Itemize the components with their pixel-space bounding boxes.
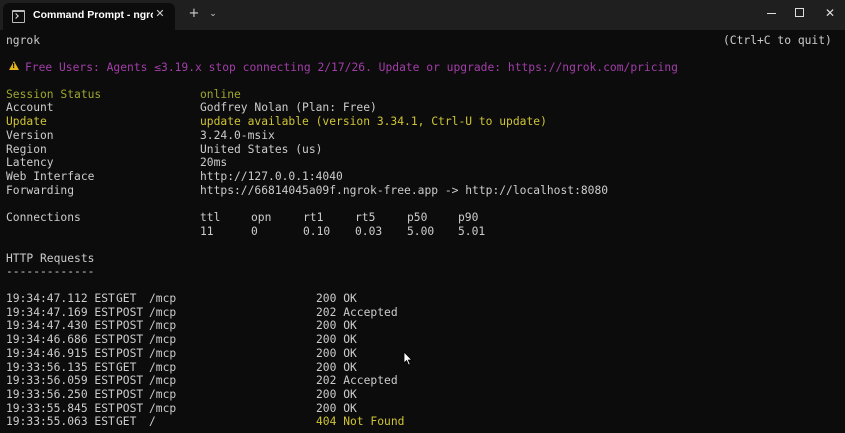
terminal-output[interactable]: ngrok (Ctrl+C to quit) Free Users: Agent… bbox=[0, 30, 845, 433]
request-path: /mcp bbox=[149, 333, 177, 347]
conn-value-p50: 5.00 bbox=[407, 225, 435, 238]
minimize-button[interactable] bbox=[757, 0, 787, 26]
version-value: 3.24.0-msix bbox=[200, 129, 275, 142]
request-method: POST bbox=[116, 401, 144, 415]
session-status-label: Session Status bbox=[6, 88, 102, 101]
conn-value-ttl: 11 bbox=[200, 225, 214, 238]
request-time: 19:34:47.112 EST bbox=[6, 292, 115, 305]
conn-header-ttl: ttl bbox=[200, 211, 221, 224]
version-label: Version bbox=[6, 129, 54, 142]
request-time: 19:34:47.430 EST bbox=[6, 319, 115, 333]
title-bar: Command Prompt - ngrok ht ✕ + ⌄ ✕ bbox=[0, 0, 845, 30]
request-method: POST bbox=[116, 374, 144, 388]
account-value: Godfrey Nolan (Plan: Free) bbox=[200, 101, 377, 114]
request-path: /mcp bbox=[149, 360, 177, 374]
quit-hint: (Ctrl+C to quit) bbox=[723, 34, 832, 47]
tab-close-icon[interactable]: ✕ bbox=[153, 7, 167, 21]
request-time: 19:34:46.915 EST bbox=[6, 346, 115, 360]
ngrok-title: ngrok bbox=[6, 34, 41, 47]
conn-header-rt1: rt1 bbox=[303, 211, 324, 224]
warning-icon bbox=[9, 61, 19, 70]
request-method: GET bbox=[116, 360, 144, 374]
request-path: /mcp bbox=[149, 387, 177, 401]
request-time: 19:33:56.059 EST bbox=[6, 374, 115, 388]
update-label: Update bbox=[6, 115, 47, 128]
request-time: 19:33:56.250 EST bbox=[6, 387, 115, 401]
request-status: 200 OK bbox=[316, 333, 357, 347]
close-window-button[interactable]: ✕ bbox=[815, 0, 845, 26]
request-time: 19:33:56.135 EST bbox=[6, 360, 115, 374]
request-method: POST bbox=[116, 346, 144, 360]
terminal-app-icon bbox=[12, 10, 25, 23]
request-method: GET bbox=[116, 292, 144, 305]
request-method: GET bbox=[116, 415, 144, 429]
forwarding-value[interactable]: https://66814045a09f.ngrok-free.app -> h… bbox=[200, 184, 608, 197]
request-time: 19:33:55.845 EST bbox=[6, 401, 115, 415]
request-method: POST bbox=[116, 387, 144, 401]
latency-label: Latency bbox=[6, 156, 54, 169]
request-path: /mcp bbox=[149, 319, 177, 333]
tab-dropdown-chevron-icon[interactable]: ⌄ bbox=[207, 6, 219, 22]
region-label: Region bbox=[6, 143, 47, 156]
new-tab-button[interactable]: + bbox=[187, 6, 201, 22]
http-requests-label: HTTP Requests bbox=[6, 252, 95, 265]
request-path: /mcp bbox=[149, 374, 177, 388]
conn-value-opn: 0 bbox=[251, 225, 258, 238]
latency-value: 20ms bbox=[200, 156, 228, 169]
tab-title: Command Prompt - ngrok ht bbox=[33, 9, 153, 21]
request-path: / bbox=[149, 415, 156, 429]
request-status: 404 Not Found bbox=[316, 415, 405, 429]
conn-value-rt1: 0.10 bbox=[303, 225, 331, 238]
tab-command-prompt[interactable]: Command Prompt - ngrok ht ✕ bbox=[3, 3, 175, 30]
request-path: /mcp bbox=[149, 292, 177, 305]
request-time: 19:34:47.169 EST bbox=[6, 305, 115, 319]
free-users-warning: Free Users: Agents ≤3.19.x stop connecti… bbox=[25, 61, 678, 74]
region-value: United States (us) bbox=[200, 143, 323, 156]
request-path: /mcp bbox=[149, 305, 177, 319]
request-status: 200 OK bbox=[316, 292, 357, 305]
maximize-button[interactable] bbox=[785, 0, 815, 26]
request-time: 19:33:55.063 EST bbox=[6, 415, 115, 429]
request-status: 202 Accepted bbox=[316, 305, 398, 319]
mouse-pointer-icon bbox=[403, 351, 413, 366]
conn-value-rt5: 0.03 bbox=[355, 225, 383, 238]
web-interface-label: Web Interface bbox=[6, 170, 95, 183]
connections-label: Connections bbox=[6, 211, 81, 224]
session-status-value: online bbox=[200, 88, 241, 101]
conn-header-opn: opn bbox=[251, 211, 272, 224]
conn-header-rt5: rt5 bbox=[355, 211, 376, 224]
request-status: 200 OK bbox=[316, 401, 357, 415]
request-status: 200 OK bbox=[316, 319, 357, 333]
update-value: update available (version 3.34.1, Ctrl-U… bbox=[200, 115, 547, 128]
web-interface-value[interactable]: http://127.0.0.1:4040 bbox=[200, 170, 343, 183]
request-time: 19:34:46.686 EST bbox=[6, 333, 115, 347]
request-status: 202 Accepted bbox=[316, 374, 398, 388]
request-path: /mcp bbox=[149, 401, 177, 415]
request-status: 200 OK bbox=[316, 360, 357, 374]
conn-value-p90: 5.01 bbox=[458, 225, 486, 238]
account-label: Account bbox=[6, 101, 54, 114]
request-path: /mcp bbox=[149, 346, 177, 360]
http-requests-underline: ------------- bbox=[6, 265, 95, 278]
request-method: POST bbox=[116, 333, 144, 347]
forwarding-label: Forwarding bbox=[6, 184, 75, 197]
request-method: POST bbox=[116, 319, 144, 333]
conn-header-p50: p50 bbox=[407, 211, 428, 224]
request-status: 200 OK bbox=[316, 387, 357, 401]
request-status: 200 OK bbox=[316, 346, 357, 360]
conn-header-p90: p90 bbox=[458, 211, 479, 224]
request-method: POST bbox=[116, 305, 144, 319]
